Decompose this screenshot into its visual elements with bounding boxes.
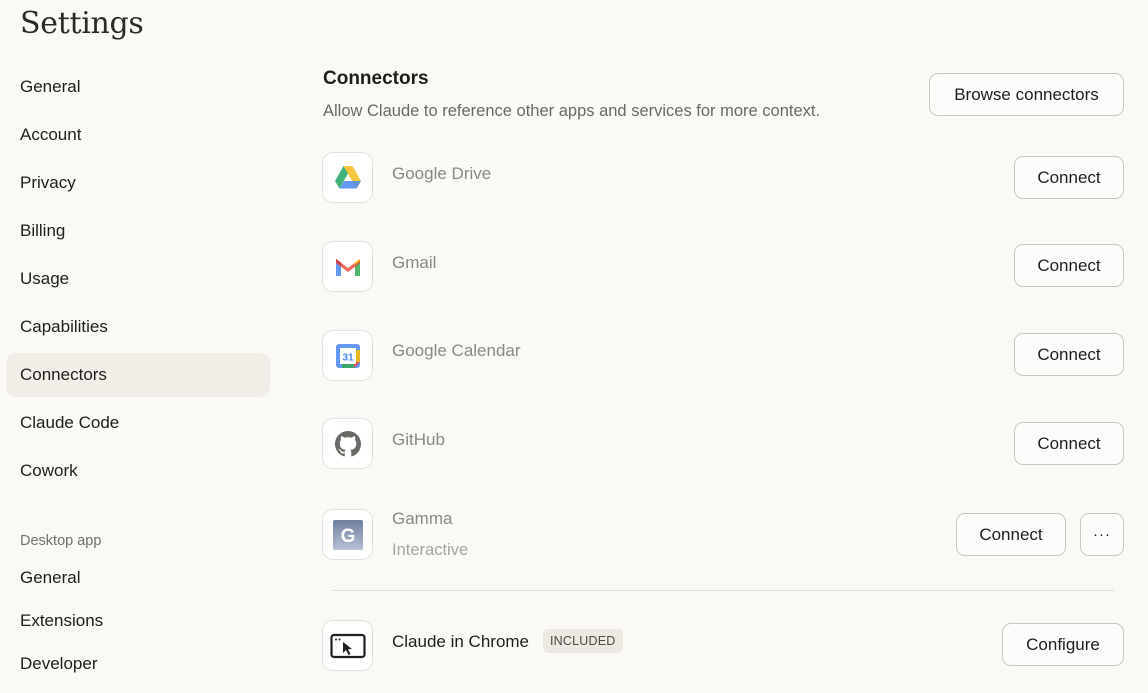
sidebar-section-desktop-app: Desktop app — [20, 533, 102, 549]
section-title: Connectors — [323, 68, 429, 89]
settings-sidebar: General Account Privacy Billing Usage Ca… — [0, 0, 280, 693]
connector-name-google-calendar: Google Calendar — [392, 341, 521, 360]
sidebar-item-desktop-general[interactable]: General — [6, 556, 270, 600]
connector-name-google-drive: Google Drive — [392, 164, 492, 183]
gamma-more-options-button[interactable]: ··· — [1080, 513, 1124, 556]
connector-name-gmail: Gmail — [392, 253, 437, 272]
connect-gamma-button[interactable]: Connect — [956, 513, 1066, 556]
sidebar-item-usage[interactable]: Usage — [6, 257, 270, 301]
included-badge: INCLUDED — [543, 629, 623, 653]
google-drive-icon — [322, 152, 373, 203]
connector-name-github: GitHub — [392, 430, 445, 449]
sidebar-item-label: Capabilities — [20, 317, 108, 336]
browse-connectors-button[interactable]: Browse connectors — [929, 73, 1124, 116]
sidebar-item-general[interactable]: General — [6, 65, 270, 109]
sidebar-item-label: Developer — [20, 654, 98, 673]
section-divider — [332, 590, 1114, 591]
sidebar-item-label: Account — [20, 125, 82, 144]
connector-description-gamma: Interactive — [392, 541, 469, 559]
connector-name-gamma: Gamma — [392, 509, 453, 528]
connect-github-button[interactable]: Connect — [1014, 422, 1124, 465]
gamma-icon: G — [322, 509, 373, 560]
gamma-logo-letter: G — [340, 526, 355, 547]
sidebar-item-label: General — [20, 568, 81, 587]
calendar-day-number: 31 — [342, 352, 354, 363]
sidebar-item-label: Privacy — [20, 173, 76, 192]
connect-google-calendar-button[interactable]: Connect — [1014, 333, 1124, 376]
sidebar-item-connectors[interactable]: Connectors — [6, 353, 270, 397]
sidebar-item-account[interactable]: Account — [6, 113, 270, 157]
sidebar-item-label: Usage — [20, 269, 70, 288]
connect-google-drive-button[interactable]: Connect — [1014, 156, 1124, 199]
connector-name-claude-in-chrome: Claude in Chrome — [392, 632, 530, 651]
section-description: Allow Claude to reference other apps and… — [323, 102, 821, 120]
sidebar-item-label: General — [20, 77, 81, 96]
sidebar-item-privacy[interactable]: Privacy — [6, 161, 270, 205]
sidebar-item-label: Connectors — [20, 365, 107, 384]
sidebar-item-developer[interactable]: Developer — [6, 642, 270, 686]
sidebar-item-label: Extensions — [20, 611, 104, 630]
connect-gmail-button[interactable]: Connect — [1014, 244, 1124, 287]
sidebar-item-label: Billing — [20, 221, 66, 240]
sidebar-item-label: Claude Code — [20, 413, 120, 432]
github-icon — [322, 418, 373, 469]
sidebar-item-claude-code[interactable]: Claude Code — [6, 401, 270, 445]
sidebar-item-extensions[interactable]: Extensions — [6, 599, 270, 643]
sidebar-item-label: Cowork — [20, 461, 78, 480]
gmail-icon — [322, 241, 373, 292]
sidebar-item-billing[interactable]: Billing — [6, 209, 270, 253]
google-calendar-icon: 31 — [322, 330, 373, 381]
chrome-extension-icon — [322, 620, 373, 671]
sidebar-item-capabilities[interactable]: Capabilities — [6, 305, 270, 349]
sidebar-item-cowork[interactable]: Cowork — [6, 449, 270, 493]
configure-claude-in-chrome-button[interactable]: Configure — [1002, 623, 1124, 666]
